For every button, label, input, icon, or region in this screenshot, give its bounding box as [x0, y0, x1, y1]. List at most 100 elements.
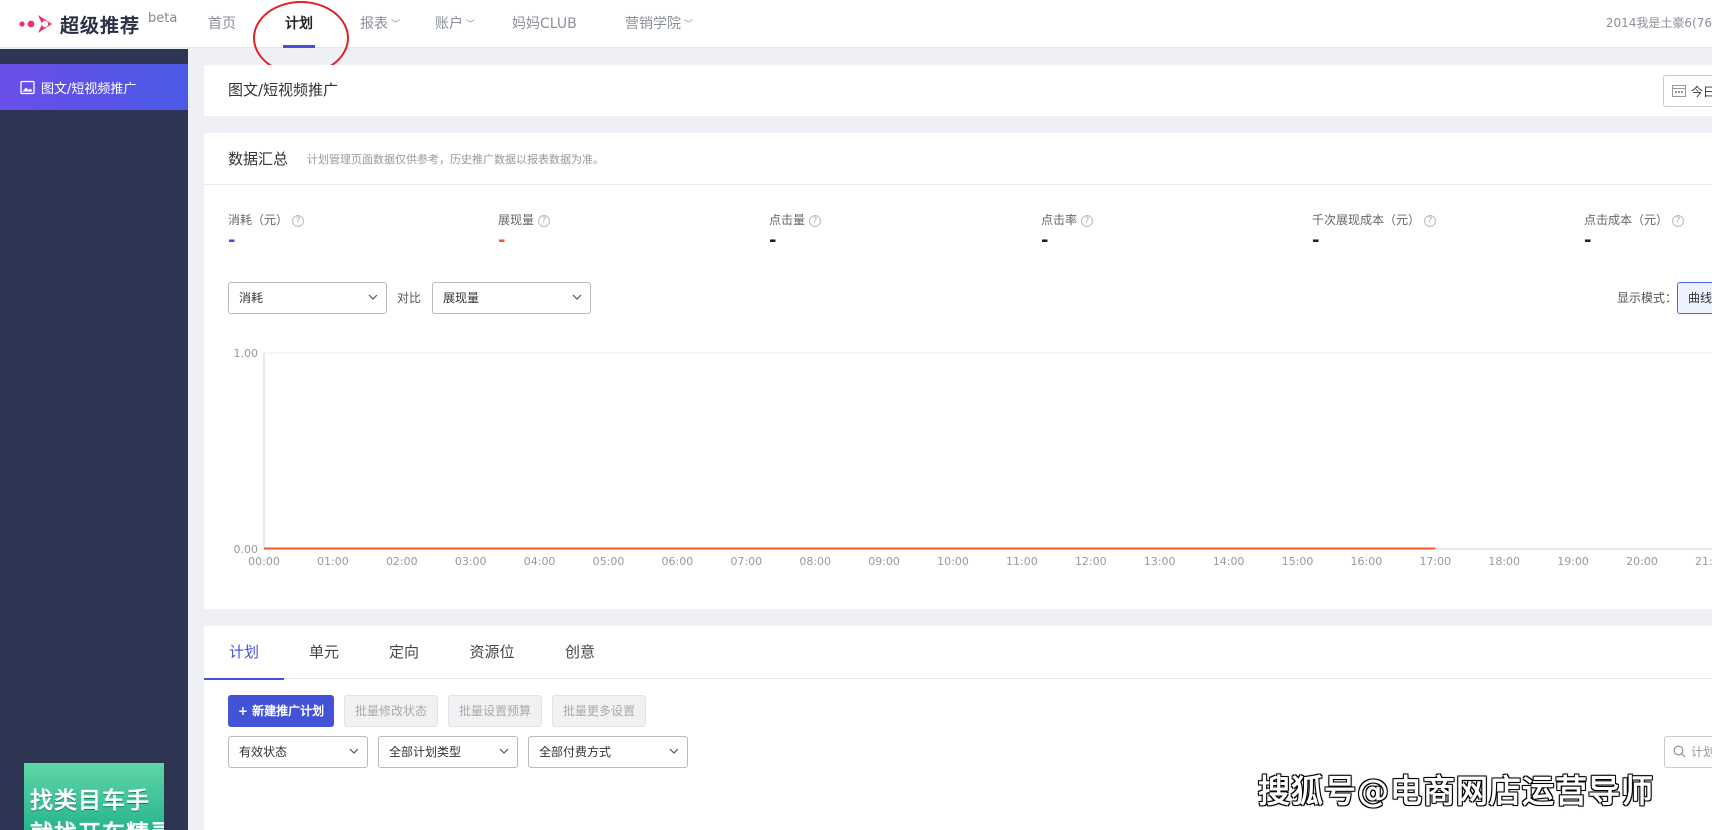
metric-impressions[interactable]: 展现量? -: [498, 211, 758, 252]
nav-account[interactable]: 账户 ﹀: [435, 0, 475, 48]
metric-label: 点击量?: [769, 211, 1029, 228]
x-tick-label: 03:00: [455, 555, 487, 568]
date-picker-button[interactable]: 今日: [1663, 75, 1712, 107]
help-icon[interactable]: ?: [292, 214, 305, 227]
x-tick-label: 12:00: [1075, 555, 1107, 568]
x-tick-label: 19:00: [1557, 555, 1589, 568]
metric-ctr[interactable]: 点击率? -: [1041, 211, 1301, 252]
nav-mama-club[interactable]: 妈妈CLUB: [512, 0, 577, 48]
batch-budget-button[interactable]: 批量设置预算: [448, 695, 542, 727]
search-icon: [1673, 745, 1686, 758]
data-summary-card: 数据汇总 计划管理页面数据仅供参考，历史推广数据以报表数据为准。 消耗（元）? …: [204, 133, 1712, 609]
status-filter-value: 有效状态: [239, 745, 288, 759]
primary-metric-value: 消耗: [239, 291, 264, 305]
help-icon[interactable]: ?: [1672, 214, 1685, 227]
summary-header: 数据汇总 计划管理页面数据仅供参考，历史推广数据以报表数据为准。: [204, 133, 1712, 185]
promo-line-2: 就找开车精灵: [30, 814, 164, 830]
nav-reports-label: 报表: [360, 16, 388, 32]
tab-plan[interactable]: 计划: [204, 626, 284, 680]
nav-reports[interactable]: 报表 ﹀: [360, 0, 400, 48]
x-tick-label: 06:00: [662, 555, 694, 568]
tab-creative[interactable]: 创意: [540, 626, 620, 679]
nav-mama-club-label: 妈妈CLUB: [512, 16, 577, 32]
primary-metric-select[interactable]: 消耗: [228, 282, 387, 314]
batch-more-button[interactable]: 批量更多设置: [552, 695, 646, 727]
metric-label: 千次展现成本（元）?: [1312, 211, 1572, 228]
x-tick-label: 16:00: [1351, 555, 1383, 568]
display-mode-label: 显示模式：: [1617, 291, 1678, 305]
tab-placement[interactable]: 资源位: [444, 626, 540, 679]
metric-label: 消耗（元）?: [228, 211, 488, 228]
chevron-down-icon: [572, 294, 582, 300]
metric-spend-value: -: [228, 230, 236, 251]
page-title: 图文/短视频推广: [228, 81, 339, 99]
help-icon[interactable]: ?: [1081, 214, 1094, 227]
metric-label: 点击成本（元）?: [1584, 211, 1712, 228]
metric-cpm-value: -: [1312, 230, 1320, 251]
promo-banner[interactable]: 找类目车手 就找开车精灵: [24, 763, 164, 830]
metric-impressions-value: -: [498, 230, 506, 251]
status-filter-select[interactable]: 有效状态: [228, 736, 368, 768]
plan-type-filter-select[interactable]: 全部计划类型: [378, 736, 518, 768]
x-tick-label: 07:00: [730, 555, 762, 568]
x-tick-label: 01:00: [317, 555, 349, 568]
metric-cpc-value: -: [1584, 230, 1592, 251]
pay-type-filter-select[interactable]: 全部付费方式: [528, 736, 688, 768]
promo-line-1: 找类目车手: [30, 788, 150, 814]
x-tick-label: 13:00: [1144, 555, 1176, 568]
nav-home[interactable]: 首页: [208, 0, 236, 48]
compare-label: 对比: [397, 291, 422, 305]
metric-label: 展现量?: [498, 211, 758, 228]
metric-spend[interactable]: 消耗（元）? -: [228, 211, 488, 252]
x-tick-label: 14:00: [1213, 555, 1245, 568]
batch-status-button[interactable]: 批量修改状态: [344, 695, 438, 727]
new-plan-button[interactable]: + 新建推广计划: [228, 695, 334, 727]
metric-spend-label: 消耗（元）: [228, 213, 289, 227]
plan-type-filter-value: 全部计划类型: [389, 745, 462, 759]
metric-cpm[interactable]: 千次展现成本（元）? -: [1312, 211, 1572, 252]
nav-academy[interactable]: 营销学院 ﹀: [625, 0, 693, 48]
date-button-label: 今日: [1691, 84, 1712, 99]
metric-ctr-label: 点击率: [1041, 213, 1078, 227]
chevron-down-icon: ﹀: [391, 20, 401, 30]
metric-clicks-label: 点击量: [769, 213, 806, 227]
app-logo[interactable]: 超级推荐 beta: [18, 10, 177, 38]
page-header: 图文/短视频推广 今日: [204, 65, 1712, 116]
x-tick-label: 09:00: [868, 555, 900, 568]
metric-clicks[interactable]: 点击量? -: [769, 211, 1029, 252]
x-tick-label: 00:00: [248, 555, 280, 568]
metric-cpc[interactable]: 点击成本（元）? -: [1584, 211, 1712, 252]
secondary-metric-select[interactable]: 展现量: [432, 282, 591, 314]
chevron-down-icon: [499, 748, 509, 754]
sidebar-item-label: 图文/短视频推广: [41, 81, 137, 97]
summary-title: 数据汇总: [228, 150, 289, 168]
nav-account-label: 账户: [435, 16, 463, 32]
user-account-name[interactable]: 2014我是土豪6(76: [1606, 0, 1712, 48]
display-mode-curve-button[interactable]: 曲线: [1677, 282, 1712, 314]
sidebar: 图文/短视频推广 找类目车手 就找开车精灵: [0, 49, 188, 830]
logo-icon: [19, 15, 52, 33]
y-tick-label: 1.00: [234, 347, 259, 360]
x-tick-label: 15:00: [1282, 555, 1314, 568]
tab-unit[interactable]: 单元: [284, 626, 364, 679]
metric-label: 点击率?: [1041, 211, 1301, 228]
tab-targeting[interactable]: 定向: [364, 626, 444, 679]
help-icon[interactable]: ?: [1424, 214, 1437, 227]
x-tick-label: 20:00: [1626, 555, 1658, 568]
x-tick-label: 08:00: [799, 555, 831, 568]
plan-search-input[interactable]: 计划: [1664, 736, 1712, 768]
secondary-metric-value: 展现量: [443, 291, 480, 305]
x-tick-label: 04:00: [524, 555, 556, 568]
watermark-text: 搜狐号@电商网店运营导师: [1258, 772, 1655, 810]
red-circle-annotation: [253, 1, 349, 75]
sidebar-item-image-video-promo[interactable]: 图文/短视频推广: [0, 64, 188, 110]
x-tick-label: 02:00: [386, 555, 418, 568]
metric-clicks-value: -: [769, 230, 777, 251]
chevron-down-icon: ﹀: [466, 20, 476, 30]
help-icon[interactable]: ?: [538, 214, 551, 227]
x-tick-label: 18:00: [1488, 555, 1520, 568]
nav-home-label: 首页: [208, 16, 236, 32]
help-icon[interactable]: ?: [809, 214, 822, 227]
metric-cpm-label: 千次展现成本（元）: [1312, 213, 1421, 227]
chevron-down-icon: [349, 748, 359, 754]
